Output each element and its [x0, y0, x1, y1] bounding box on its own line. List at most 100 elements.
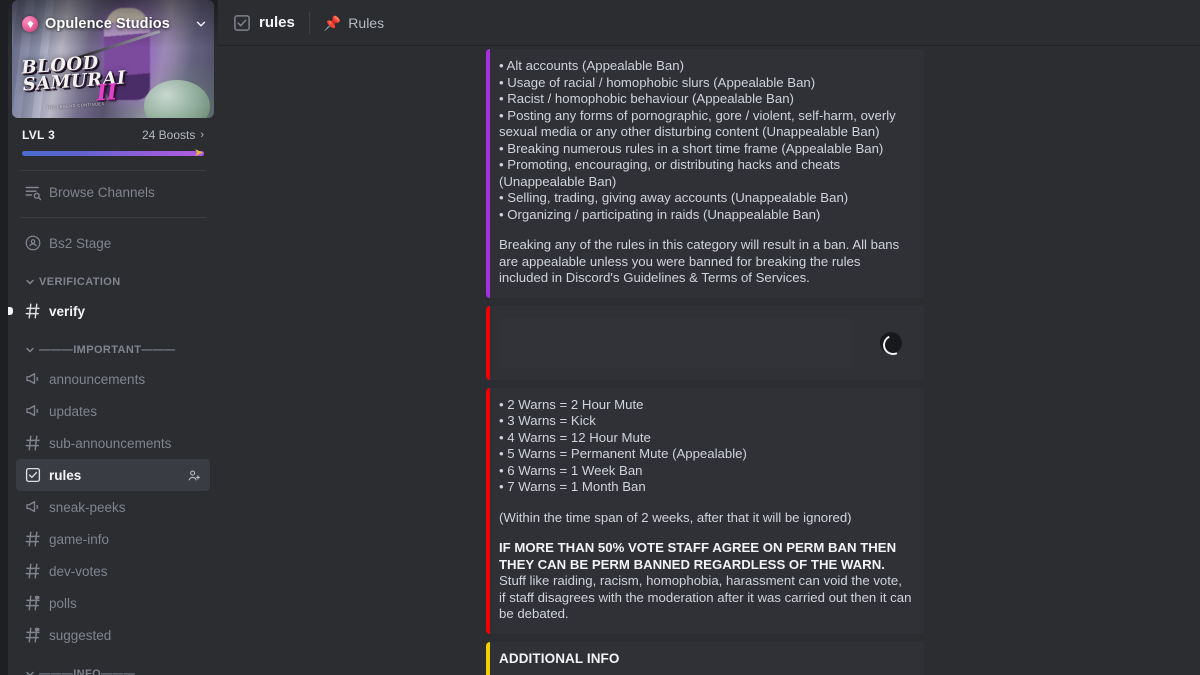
category-label: VERIFICATION [39, 276, 121, 288]
stage-channel-icon [24, 234, 42, 252]
embed-sub-warning: Stuff like raiding, racism, homophobia, … [499, 573, 912, 621]
announcement-icon [24, 370, 42, 388]
unread-indicator [8, 307, 13, 315]
sidebar-item-game-info[interactable]: game-info [16, 523, 210, 555]
chevron-down-icon[interactable] [194, 17, 208, 31]
server-name: Opulence Studios [45, 16, 170, 32]
sidebar-divider-2 [20, 217, 206, 218]
sidebar-item-label: updates [49, 403, 98, 419]
sidebar-item-label: Bs2 Stage [49, 235, 112, 251]
embed-bold-warning: IF MORE THAN 50% VOTE STAFF AGREE ON PER… [499, 540, 897, 572]
sidebar-item-label: rules [49, 467, 82, 483]
embed-media-loading[interactable] [486, 305, 924, 380]
server-header[interactable]: Opulence Studios [8, 0, 218, 48]
embed-line: • Usage of racial / homophobic slurs (Ap… [499, 74, 816, 90]
sidebar-divider [20, 170, 206, 171]
sidebar-item-label: sneak-peeks [49, 499, 126, 515]
sidebar-item-label: Browse Channels [49, 184, 155, 200]
chevron-right-icon: › [200, 129, 204, 141]
channel-list[interactable]: Browse Channels Bs2 Stage VERIFICATION v… [8, 176, 218, 675]
discord-app-window: BLOOD SAMURAI II THE LEGEND CONTINUES Op… [0, 0, 1200, 675]
rules-channel-icon [24, 466, 42, 484]
header-divider [308, 11, 310, 34]
channel-header-bar: rules 📌 Rules [218, 0, 1200, 45]
category-header-verification[interactable]: VERIFICATION [16, 269, 210, 295]
add-member-icon[interactable] [187, 468, 202, 483]
category-label: ———INFO——— [39, 668, 136, 675]
embed-footer-text: Breaking any of the rules in this catego… [499, 237, 900, 285]
browse-channels-icon [24, 183, 42, 201]
sidebar-item-label: dev-votes [49, 563, 108, 579]
hash-thread-icon [24, 626, 42, 644]
media-placeholder [500, 317, 852, 368]
boost-level-label: LVL 3 [22, 128, 56, 142]
boost-count-label[interactable]: 24 Boosts › [142, 128, 204, 142]
sidebar-item-polls[interactable]: polls [16, 587, 210, 619]
embed-line: • Alt accounts (Appealable Ban) [499, 58, 684, 73]
sidebar-item-sneak-peeks[interactable]: sneak-peeks [16, 491, 210, 523]
boost-rocket-icon: ➤ [194, 147, 204, 159]
boost-progress-fill [22, 151, 204, 156]
embed-line: • 7 Warns = 1 Month Ban [499, 479, 646, 494]
embed-line: • 2 Warns = 2 Hour Mute [499, 396, 644, 412]
sidebar-item-label: suggested [49, 627, 112, 643]
hash-icon [24, 562, 42, 580]
announcement-icon [24, 498, 42, 516]
loading-spinner-icon [880, 331, 902, 354]
pin-icon: 📌 [323, 14, 342, 31]
sidebar-item-browse-channels[interactable]: Browse Channels [16, 176, 210, 208]
boost-gem-icon [22, 16, 38, 32]
boost-progress-bar: ➤ [22, 147, 204, 159]
channel-sidebar: BLOOD SAMURAI II THE LEGEND CONTINUES Op… [8, 0, 218, 675]
chevron-down-icon [24, 276, 36, 288]
embed-line: • Organizing / participating in raids (U… [499, 206, 821, 222]
main-content: rules 📌 Rules • Alt accounts (Appealable… [218, 0, 1200, 675]
banner-game-logo: BLOOD SAMURAI II THE LEGEND CONTINUES [21, 52, 127, 110]
boost-count-text: 24 Boosts [141, 128, 196, 142]
pinned-rules-label: Rules [348, 14, 385, 31]
embed-line: • 3 Warns = Kick [499, 413, 596, 428]
embed-line: • Selling, trading, giving away accounts… [499, 190, 849, 205]
sidebar-item-label: verify [49, 303, 86, 319]
announcement-icon [24, 402, 42, 420]
sidebar-item-label: announcements [49, 371, 146, 387]
hash-icon [24, 434, 42, 452]
category-header-important[interactable]: ———IMPORTANT——— [16, 337, 210, 363]
embed-warn-system: • 2 Warns = 2 Hour Mute • 3 Warns = Kick… [486, 387, 924, 634]
messages-scroll-container[interactable]: • Alt accounts (Appealable Ban) • Usage … [218, 45, 1200, 675]
rules-channel-icon [232, 13, 252, 33]
embed-line: • 6 Warns = 1 Week Ban [499, 462, 643, 478]
hash-icon [24, 530, 42, 548]
embed-note: (Within the time span of 2 weeks, after … [499, 509, 852, 525]
sidebar-item-suggested[interactable]: suggested [16, 619, 210, 651]
sidebar-item-announcements[interactable]: announcements [16, 363, 210, 395]
sidebar-item-rules[interactable]: rules [16, 459, 210, 491]
embed-line: • 5 Warns = Permanent Mute (Appealable) [499, 446, 747, 461]
hash-thread-icon [24, 594, 42, 612]
sidebar-item-label: polls [49, 595, 77, 611]
sidebar-item-dev-votes[interactable]: dev-votes [16, 555, 210, 587]
sidebar-item-verify[interactable]: verify [8, 295, 210, 327]
sidebar-item-bs2-stage[interactable]: Bs2 Stage [16, 227, 210, 259]
embed-line: • 4 Warns = 12 Hour Mute [499, 429, 651, 445]
category-header-info[interactable]: ———INFO——— [16, 661, 210, 675]
sidebar-item-updates[interactable]: updates [16, 395, 210, 427]
embed-line: • Breaking numerous rules in a short tim… [499, 140, 884, 156]
embed-line: • Promoting, encouraging, or distributin… [499, 157, 841, 189]
category-label: ———IMPORTANT——— [39, 344, 176, 356]
sidebar-item-label: game-info [49, 531, 110, 547]
sidebar-item-sub-announcements[interactable]: sub-announcements [16, 427, 210, 459]
embed-title: ADDITIONAL INFO [499, 650, 620, 666]
banner-rock-art [144, 80, 210, 118]
chevron-down-icon [24, 668, 36, 675]
boost-progress-row[interactable]: LVL 3 24 Boosts › [22, 128, 204, 142]
pinned-rules-button[interactable]: 📌 Rules [324, 15, 384, 31]
chevron-down-icon [24, 344, 36, 356]
messages-list: • Alt accounts (Appealable Ban) • Usage … [218, 45, 1200, 675]
embed-line: • Racist / homophobic behaviour (Appeala… [499, 91, 794, 106]
sidebar-item-label: sub-announcements [49, 435, 172, 451]
embed-rules: • Alt accounts (Appealable Ban) • Usage … [486, 49, 924, 298]
